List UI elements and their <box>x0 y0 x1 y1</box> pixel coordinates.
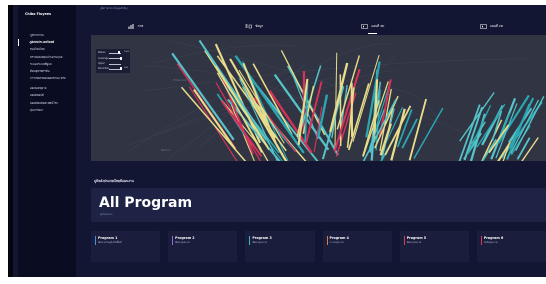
map-data-column[interactable] <box>334 52 338 151</box>
program-color-bar <box>249 236 251 245</box>
upper-slider[interactable] <box>109 63 121 65</box>
tab-label: ภาพ <box>137 23 144 28</box>
all-program-title: All Program <box>99 195 193 211</box>
view-tabs: ภาพ ข้อมูล แผนที่ 3D แผนที่ 2D <box>76 16 546 36</box>
program-color-bar <box>326 236 328 245</box>
tab-chart[interactable]: ภาพ <box>76 16 195 36</box>
program-card[interactable]: Program 3 พัฒนาคุณภาพ <box>245 231 315 262</box>
map-data-column[interactable] <box>413 107 444 159</box>
map-2d-icon <box>480 23 487 29</box>
sidebar-item[interactable]: ระนองระบบที่ดูแล <box>18 61 76 68</box>
control-label: Coverage <box>98 56 109 60</box>
program-color-bar <box>95 236 96 245</box>
sidebar-item[interactable]: ยอยอิทเยลิอสะทยิน์โรก <box>18 100 76 107</box>
list-icon <box>245 24 253 28</box>
program-card[interactable]: Program 4 การลงทุนภาพ <box>322 231 392 262</box>
program-card[interactable]: Program 1 พัฒนาเศรษฐกิจเชิงพื้นที่ <box>91 231 161 262</box>
all-program-card[interactable]: All Program ทุกโครงการ <box>91 188 546 222</box>
tab-map-2d[interactable]: แผนที่ 2D <box>432 16 546 36</box>
map-data-column[interactable] <box>458 104 481 161</box>
main-content: ภูมิภาพร่วม ข้อมูลสำคัญ ภาพ ข้อมูล แผนที… <box>76 5 546 277</box>
map-data-column[interactable] <box>516 137 531 160</box>
map-data-column[interactable] <box>193 88 236 150</box>
program-cards: Program 1 พัฒนาเศรษฐกิจเชิงพื้นที่ Progr… <box>91 231 546 262</box>
sidebar-item[interactable]: ภูมิภาพร่วม <box>18 32 76 39</box>
map-layer-controls: Radius 1000 Coverage Upper Percentile 10… <box>96 49 130 73</box>
program-card[interactable]: Program 6 ปัจจัยคุณภาพ <box>476 231 546 262</box>
map-canvas[interactable] <box>91 35 546 161</box>
control-value: 100 <box>124 67 128 69</box>
program-card[interactable]: Program 2 พัฒนาคุณภาพ <box>168 231 238 262</box>
program-card[interactable]: Program 5 พัฒนาคุณภาพ <box>399 231 469 262</box>
program-title: Program 3 <box>252 236 272 240</box>
tab-label: แผนที่ 3D <box>371 23 385 28</box>
map-data-column[interactable] <box>333 68 361 152</box>
radius-slider-handle[interactable] <box>118 51 120 55</box>
program-color-bar <box>480 236 482 245</box>
sidebar-item[interactable]: ทรายพลอยทุนประดาพฤนย <box>18 54 76 61</box>
all-program-subtitle: ทุกโครงการ <box>100 213 113 216</box>
program-subtitle: พัฒนาคุณภาพ <box>252 241 267 244</box>
program-title: Program 6 <box>483 236 504 240</box>
program-title: Program 4 <box>329 236 349 240</box>
tab-map-3d[interactable]: แผนที่ 3D <box>314 16 433 36</box>
map-3d-icon <box>361 23 369 29</box>
sidebar-item[interactable]: ออเทอดทุอาย <box>18 85 76 92</box>
tab-label: ข้อมูล <box>255 23 263 28</box>
sidebar-item[interactable]: ที่ดนสุหรมิกวิมิ่น <box>18 68 76 75</box>
program-subtitle: การลงทุนภาพ <box>329 241 344 244</box>
program-title: Program 1 <box>98 236 118 240</box>
program-color-bar <box>172 236 174 245</box>
app-frame: Chiba Fluyees ภูมิภาพร่วม ภูมิหลังประเทศ… <box>8 5 546 277</box>
map-place-label: Phitsanulok <box>173 79 187 82</box>
control-value: 1000 <box>124 51 130 53</box>
sidebar-item-active[interactable]: ภูมิหลังประเทศไทยมี <box>18 39 76 47</box>
section-heading: ภูมิหลังประเทศไทยมีแผนงาน <box>94 179 134 183</box>
tab-data[interactable]: ข้อมูล <box>195 16 314 36</box>
program-subtitle: พัฒนาคุณภาพ <box>406 241 422 244</box>
bar-chart-icon <box>128 23 134 29</box>
control-label: Percentile <box>98 67 109 70</box>
program-subtitle: ปัจจัยคุณภาพ <box>483 241 498 244</box>
tab-label: แผนที่ 2D <box>490 23 504 28</box>
page-subtitle: ภูมิภาพร่วม ข้อมูลสำคัญ <box>100 7 128 10</box>
program-subtitle: พัฒนาเศรษฐกิจเชิงพื้นที่ <box>98 241 122 244</box>
control-label: Upper <box>98 62 105 65</box>
program-subtitle: พัฒนาคุณภาพ <box>175 241 190 244</box>
program-title: Program 5 <box>406 236 427 240</box>
program-color-bar <box>403 236 405 245</box>
sidebar: Chiba Fluyees ภูมิภาพร่วม ภูมิหลังประเทศ… <box>18 5 76 277</box>
sidebar-nav: ภูมิภาพร่วม ภูมิหลังประเทศไทยมี ของไทยไท… <box>18 32 76 114</box>
sidebar-item[interactable]: การเกษตรดอยดอยรกนอ จกัย <box>18 75 76 85</box>
sidebar-item[interactable]: ของไทยไทย <box>18 46 76 53</box>
map-3d-view[interactable]: Phitsanulok Nakhon Radius 1000 Coverage … <box>91 35 546 161</box>
sidebar-item[interactable]: สุพาภรยยา <box>18 107 76 114</box>
control-label: Radius <box>98 51 106 54</box>
program-title: Program 2 <box>175 236 195 240</box>
sidebar-item[interactable]: ยอยอิทอปมื <box>18 92 76 99</box>
coverage-slider-handle[interactable] <box>120 56 122 60</box>
map-place-label: Nakhon <box>161 149 171 152</box>
app-brand: Chiba Fluyees <box>25 12 51 16</box>
percentile-slider-handle[interactable] <box>120 67 122 71</box>
